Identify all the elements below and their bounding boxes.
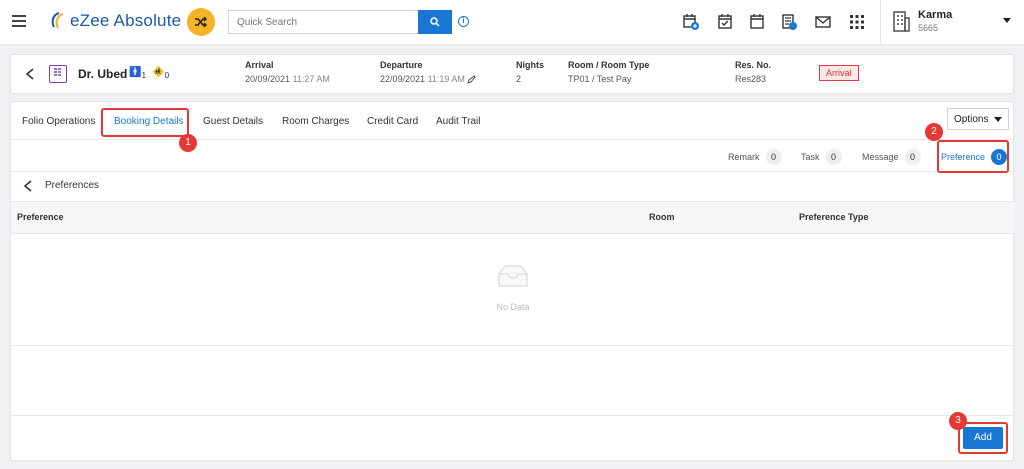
arrival-value: 20/09/2021 11:27 AM bbox=[245, 74, 330, 84]
shuffle-icon bbox=[195, 16, 207, 28]
back-arrow-icon[interactable] bbox=[23, 180, 33, 192]
arrival-field: Arrival 20/09/2021 11:27 AM bbox=[245, 60, 330, 84]
arrival-label: Arrival bbox=[245, 60, 274, 70]
topbar-divider bbox=[880, 0, 881, 45]
empty-state: No Data bbox=[11, 234, 1015, 346]
back-arrow-icon[interactable] bbox=[25, 68, 35, 80]
calendar-add-icon[interactable] bbox=[682, 13, 700, 31]
child-icon: 🚸0 bbox=[152, 67, 170, 80]
calendar-icon[interactable] bbox=[748, 13, 766, 31]
chevron-down-icon[interactable] bbox=[1003, 18, 1011, 23]
invoice-icon[interactable] bbox=[780, 13, 798, 31]
reservation-header: Dr. Ubed 🚹1 🚸0 Arrival 20/09/2021 11:27 … bbox=[10, 54, 1014, 94]
adult-icon: 🚹1 bbox=[129, 67, 147, 80]
resno-label: Res. No. bbox=[735, 60, 772, 70]
guest-name[interactable]: Dr. Ubed bbox=[78, 67, 127, 81]
task-counter[interactable]: Task 0 bbox=[801, 149, 842, 165]
column-preference-type: Preference Type bbox=[799, 212, 869, 222]
calendar-check-icon[interactable] bbox=[716, 13, 734, 31]
search-icon bbox=[430, 17, 440, 27]
apps-grid-icon[interactable] bbox=[848, 13, 866, 31]
message-label: Message bbox=[862, 152, 899, 162]
message-counter[interactable]: Message 0 bbox=[862, 149, 921, 165]
brand-name: eZee Absolute bbox=[70, 11, 182, 30]
booking-panel: Folio Operations Booking Details Guest D… bbox=[10, 101, 1015, 461]
preferences-table-header: Preference Room Preference Type bbox=[11, 202, 1015, 234]
nights-label: Nights bbox=[516, 60, 544, 70]
search-button[interactable] bbox=[418, 10, 452, 34]
edit-icon[interactable] bbox=[467, 75, 477, 84]
column-preference: Preference bbox=[17, 212, 64, 222]
arrival-time: 11:27 AM bbox=[292, 74, 330, 84]
highlight-preference bbox=[937, 140, 1009, 173]
empty-inbox-icon bbox=[498, 265, 528, 287]
options-dropdown[interactable]: Options bbox=[947, 108, 1009, 130]
counter-bar: Remark 0 Task 0 Message 0 Preference 0 bbox=[11, 140, 1015, 172]
departure-time: 11:19 AM bbox=[427, 74, 465, 84]
property-id: 5665 bbox=[918, 23, 939, 33]
room-label: Room / Room Type bbox=[568, 60, 650, 70]
options-label: Options bbox=[954, 113, 989, 125]
shuffle-button[interactable] bbox=[187, 8, 215, 36]
property-selector[interactable]: Karma 5665 bbox=[892, 9, 952, 33]
tab-audit-trail[interactable]: Audit Trail bbox=[436, 116, 480, 127]
resno-value: Res283 bbox=[735, 74, 767, 84]
pax-count: 🚹1 🚸0 bbox=[129, 67, 169, 80]
departure-value: 22/09/2021 11:19 AM bbox=[380, 74, 477, 84]
building-icon bbox=[893, 11, 910, 32]
brand-logo[interactable]: eZee Absolute bbox=[48, 11, 181, 31]
column-room: Room bbox=[649, 212, 675, 222]
room-field: Room / Room Type TP01 / Test Pay bbox=[568, 60, 649, 84]
info-icon[interactable]: i bbox=[458, 16, 469, 27]
tab-guest-details[interactable]: Guest Details bbox=[203, 116, 263, 127]
task-label: Task bbox=[801, 152, 820, 162]
mail-icon[interactable] bbox=[814, 13, 832, 31]
child-count: 0 bbox=[164, 70, 170, 80]
nights-value: 2 bbox=[516, 74, 522, 84]
remark-counter[interactable]: Remark 0 bbox=[728, 149, 782, 165]
quick-search-input[interactable] bbox=[228, 10, 418, 34]
remark-count: 0 bbox=[765, 149, 782, 165]
nights-field: Nights 2 bbox=[516, 60, 544, 84]
preferences-header: Preferences bbox=[11, 172, 1015, 202]
tab-folio-operations[interactable]: Folio Operations bbox=[22, 116, 95, 127]
logo-mark-icon bbox=[51, 12, 64, 29]
remark-label: Remark bbox=[728, 152, 760, 162]
property-name: Karma bbox=[918, 9, 953, 21]
departure-date: 22/09/2021 bbox=[380, 74, 426, 84]
step-badge-3: 3 bbox=[949, 412, 967, 430]
resno-field: Res. No. Res283 bbox=[735, 60, 771, 84]
no-data-text: No Data bbox=[496, 302, 530, 312]
departure-label: Departure bbox=[380, 60, 423, 70]
highlight-add bbox=[958, 422, 1008, 454]
room-value: TP01 / Test Pay bbox=[568, 74, 632, 84]
status-badge: Arrival bbox=[819, 65, 859, 81]
tab-credit-card[interactable]: Credit Card bbox=[367, 116, 418, 127]
message-count: 0 bbox=[904, 149, 921, 165]
menu-icon[interactable] bbox=[12, 15, 26, 27]
step-badge-2: 2 bbox=[925, 123, 943, 141]
task-count: 0 bbox=[825, 149, 842, 165]
top-bar: eZee Absolute i bbox=[0, 0, 1024, 45]
footer-divider bbox=[11, 415, 1015, 416]
guest-room-icon bbox=[49, 65, 67, 83]
adult-count: 1 bbox=[141, 70, 147, 80]
preferences-title: Preferences bbox=[45, 180, 99, 191]
arrival-date: 20/09/2021 bbox=[245, 74, 291, 84]
tab-room-charges[interactable]: Room Charges bbox=[282, 116, 349, 127]
highlight-booking-details bbox=[101, 108, 189, 137]
departure-field: Departure 22/09/2021 11:19 AM bbox=[380, 60, 477, 84]
caret-down-icon bbox=[994, 116, 1002, 122]
